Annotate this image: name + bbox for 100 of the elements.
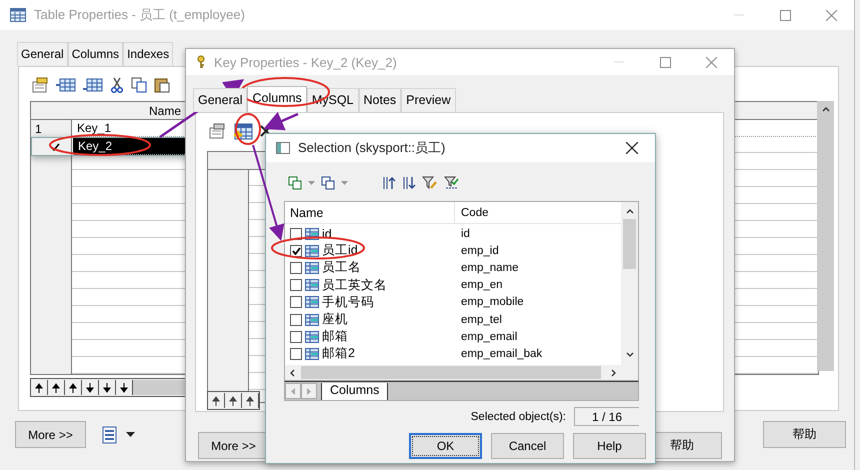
- arrow-icon: [69, 382, 77, 392]
- column-icon: [305, 348, 319, 360]
- list-row[interactable]: 邮箱2 emp_email_bak: [285, 345, 621, 362]
- list-row[interactable]: 座机 emp_tel: [285, 310, 621, 328]
- checkbox[interactable]: [290, 262, 302, 274]
- delete-icon[interactable]: [260, 125, 272, 137]
- checkbox[interactable]: [290, 348, 302, 360]
- arrow-icon: [229, 396, 237, 406]
- column-name: 手机号码: [322, 294, 374, 311]
- column-icon: [305, 330, 319, 343]
- column-header: Code: [460, 206, 488, 218]
- cut-icon[interactable]: [110, 77, 124, 93]
- column-code: emp_name: [460, 262, 519, 274]
- selected-count-field: 1 / 16: [574, 407, 639, 426]
- column-icon: [305, 244, 319, 257]
- list-row[interactable]: 手机号码 emp_mobile: [285, 294, 621, 311]
- tab[interactable]: Preview: [401, 88, 456, 112]
- scroll-down-icon[interactable]: [626, 352, 634, 358]
- ok-button[interactable]: OK: [409, 433, 482, 459]
- arrow-icon: [120, 382, 128, 392]
- filter-icon[interactable]: [444, 176, 460, 190]
- maximize-icon: [660, 56, 670, 68]
- column-code: emp_en: [460, 279, 503, 292]
- move-up-icon[interactable]: [382, 176, 396, 190]
- close-icon: [706, 56, 716, 68]
- deselect-all-icon[interactable]: [321, 176, 335, 190]
- scrollbar[interactable]: [817, 101, 834, 371]
- checkbox[interactable]: [290, 296, 302, 308]
- select-all-icon[interactable]: [288, 176, 302, 190]
- column-icon: [305, 262, 319, 274]
- arrow-icon: [212, 396, 220, 406]
- tab[interactable]: Indexes: [123, 42, 174, 66]
- caret-icon[interactable]: [126, 432, 135, 438]
- selected-count-label: Selected object(s):: [470, 410, 566, 422]
- column-name: 座机: [322, 311, 348, 328]
- move-down-icon[interactable]: [402, 176, 416, 190]
- tab[interactable]: General: [193, 88, 248, 112]
- column-icon: [305, 314, 319, 326]
- list-row[interactable]: 员工英文名 emp_en: [285, 276, 621, 294]
- table-icon: [10, 8, 26, 22]
- tab[interactable]: Notes: [358, 88, 402, 112]
- column-name: 邮箱2: [322, 345, 355, 362]
- minimize-icon: [614, 61, 624, 63]
- column-code: emp_tel: [460, 314, 502, 326]
- column-code: id: [460, 228, 470, 240]
- scrollbar[interactable]: [621, 202, 638, 380]
- arrow-icon: [52, 382, 60, 392]
- highlight-ellipse: [235, 113, 261, 145]
- right-arrow-icon: [306, 388, 312, 394]
- column-code: emp_id: [460, 244, 499, 257]
- column-icon: [305, 296, 319, 308]
- column-name: 员工英文名: [322, 276, 387, 294]
- help-button[interactable]: 帮助: [763, 421, 846, 448]
- window-title: Table Properties - 员工 (t_employee): [34, 6, 245, 24]
- insert-row-icon[interactable]: [56, 77, 76, 93]
- scroll-up-icon[interactable]: [822, 106, 830, 112]
- checkbox[interactable]: [290, 330, 302, 343]
- add-row-icon[interactable]: [83, 77, 103, 93]
- scrollbar[interactable]: [285, 365, 621, 380]
- key-icon: [196, 55, 206, 69]
- cancel-button[interactable]: Cancel: [491, 433, 564, 459]
- close-icon: [626, 142, 638, 154]
- scroll-up-icon[interactable]: [626, 208, 634, 214]
- arrow-icon: [103, 382, 111, 392]
- edit-marker-icon: [50, 142, 60, 150]
- column-name: 员工名: [322, 259, 361, 276]
- checkbox[interactable]: [290, 314, 302, 326]
- tab[interactable]: Columns: [247, 86, 307, 112]
- properties-icon[interactable]: [31, 77, 49, 93]
- annotation-arrow: [263, 112, 298, 130]
- sheet-tab[interactable]: Columns: [321, 382, 388, 400]
- paste-icon[interactable]: [154, 77, 170, 93]
- arrow-icon: [86, 382, 94, 392]
- row-number: 1: [35, 122, 42, 136]
- checkbox[interactable]: [290, 279, 302, 292]
- document-icon[interactable]: [102, 426, 118, 444]
- scrollbar-thumb[interactable]: [623, 219, 636, 269]
- copy-icon[interactable]: [131, 77, 147, 93]
- tab[interactable]: Columns: [68, 42, 124, 66]
- list-row[interactable]: 员工名 emp_name: [285, 259, 621, 277]
- column-code: emp_email_bak: [460, 348, 542, 360]
- tab[interactable]: General: [17, 42, 68, 66]
- filter-icon[interactable]: [422, 176, 438, 190]
- column-code: emp_mobile: [460, 296, 524, 308]
- column-header: Name: [149, 104, 182, 118]
- column-code: emp_email: [460, 330, 518, 343]
- close-icon: [826, 10, 836, 20]
- scroll-right-icon[interactable]: [611, 368, 617, 376]
- window-title: Key Properties - Key_2 (Key_2): [214, 54, 397, 70]
- column-icon: [305, 279, 319, 292]
- arrow-icon: [246, 396, 254, 406]
- more-button[interactable]: More >>: [15, 421, 86, 448]
- help-button[interactable]: Help: [573, 433, 646, 459]
- arrow-icon: [35, 382, 43, 392]
- checkbox[interactable]: [290, 244, 302, 257]
- properties-icon[interactable]: [208, 123, 226, 139]
- scroll-left-icon[interactable]: [289, 368, 295, 376]
- list-row[interactable]: 邮箱 emp_email: [285, 328, 621, 346]
- left-arrow-icon: [290, 388, 296, 394]
- column-header: Name: [285, 202, 455, 223]
